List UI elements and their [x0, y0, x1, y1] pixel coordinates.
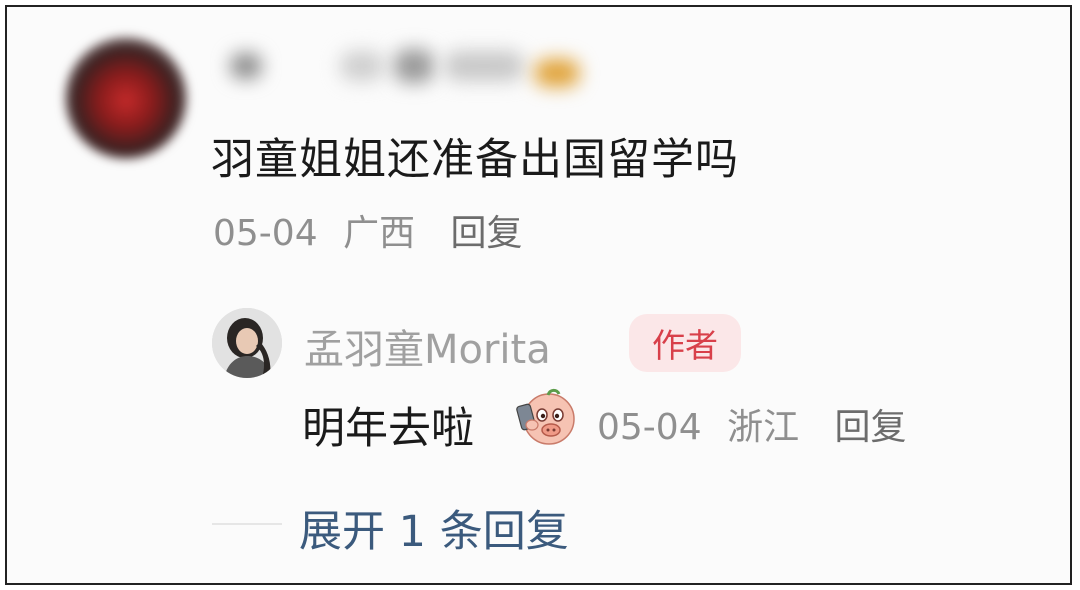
- reply-text: 明年去啦: [302, 404, 474, 454]
- comment-thread: 羽童姐姐还准备出国留学吗 05-04 广西 回复 孟羽童Morita 作者 明年…: [5, 5, 1072, 585]
- comment-location: 广西: [343, 213, 416, 254]
- author-avatar[interactable]: [212, 308, 282, 378]
- reply-author-name[interactable]: 孟羽童Morita: [304, 317, 551, 375]
- expand-replies-link[interactable]: 展开 1 条回复: [299, 497, 569, 559]
- divider: [212, 523, 282, 525]
- blurred-username[interactable]: [212, 37, 612, 97]
- reply-meta: 05-04 浙江 回复: [597, 398, 907, 450]
- avatar[interactable]: [65, 37, 187, 159]
- comment-reply-button[interactable]: 回复: [451, 213, 523, 254]
- pig-face-emoji-icon: [515, 385, 577, 447]
- reply-date: 05-04: [597, 407, 702, 448]
- comment-text: 羽童姐姐还准备出国留学吗: [211, 135, 739, 185]
- comment-date: 05-04: [213, 213, 318, 254]
- author-avatar-image: [212, 308, 282, 378]
- reply-reply-button[interactable]: 回复: [835, 407, 907, 448]
- author-badge: 作者: [629, 314, 741, 372]
- reply-location: 浙江: [727, 407, 800, 448]
- comment-meta: 05-04 广西 回复: [213, 204, 523, 256]
